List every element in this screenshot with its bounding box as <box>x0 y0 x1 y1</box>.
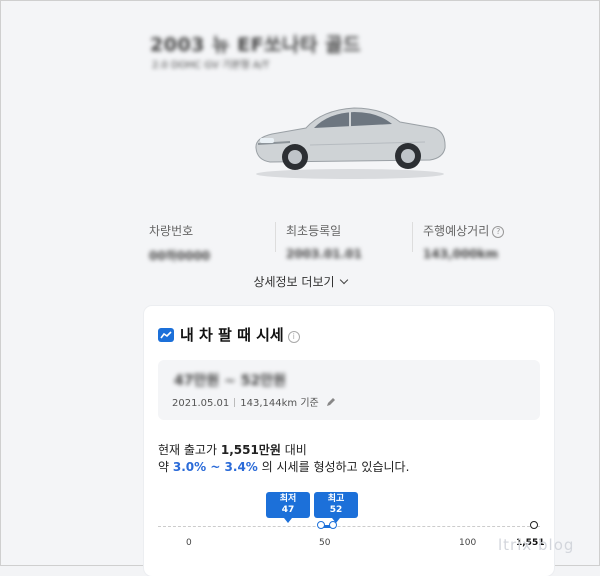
desc-text: 현재 출고가 <box>158 443 221 457</box>
desc-text: 대비 <box>280 443 307 457</box>
chevron-down-icon <box>339 275 348 285</box>
chip-value: 52 <box>329 505 343 515</box>
price-basis: 2021.05.01 143,144km 기준 <box>172 394 336 409</box>
info-value: 2003.01.01 <box>286 247 362 261</box>
pencil-icon[interactable] <box>326 397 336 407</box>
max-price-marker <box>329 521 337 529</box>
desc-text: 의 시세를 형성하고 있습니다. <box>257 460 410 474</box>
desc-text: 약 <box>158 460 173 474</box>
min-price-chip: 최저 47 <box>266 492 310 523</box>
axis-tick: 100 <box>459 538 477 548</box>
axis-tick: 50 <box>319 538 331 548</box>
price-range: 47만원 ~ 52만원 <box>174 373 286 389</box>
price-date: 2021.05.01 <box>172 398 230 409</box>
info-icon[interactable]: i <box>287 331 300 343</box>
info-value: 00하0000 <box>149 249 211 263</box>
price-box: 47만원 ~ 52만원 2021.05.01 143,144km 기준 <box>158 360 540 420</box>
info-label: 차량번호 <box>149 224 194 238</box>
more-details-button[interactable]: 상세정보 더보기 <box>0 273 600 290</box>
info-plate-number: 차량번호 00하0000 <box>149 222 210 264</box>
car-trim: 2.0 DOHC GV 기본형 A/T <box>152 60 270 71</box>
info-expected-mileage: 주행예상거리? 143,000km <box>423 222 505 261</box>
card-title: 내 차 팔 때 시세 i <box>158 324 300 345</box>
car-model-name: 2003 뉴 EF쏘나타 골드 <box>150 34 362 56</box>
help-icon[interactable]: ? <box>492 226 505 238</box>
divider <box>275 222 276 252</box>
divider <box>412 222 413 252</box>
more-details-label: 상세정보 더보기 <box>253 275 335 289</box>
info-label: 주행예상거리? <box>423 222 505 239</box>
card-title-text: 내 차 팔 때 시세 <box>180 326 284 344</box>
max-price-chip: 최고 52 <box>314 492 358 523</box>
price-percentage: 3.0% ~ 3.4% <box>172 460 258 474</box>
min-price-marker <box>317 521 325 529</box>
price-description: 현재 출고가 1,551만원 대비 약 3.0% ~ 3.4% 의 시세를 형성… <box>158 442 409 476</box>
info-value: 143,000km <box>423 247 499 261</box>
chip-label: 최저 <box>279 494 297 504</box>
release-price: 1,551만원 <box>220 443 281 457</box>
sell-price-card: 내 차 팔 때 시세 i 47만원 ~ 52만원 2021.05.01 143,14… <box>144 306 554 576</box>
info-label: 최초등록일 <box>286 224 342 238</box>
separator <box>234 398 236 407</box>
axis-tick: 0 <box>186 538 192 548</box>
info-first-registration: 최초등록일 2003.01.01 <box>286 222 362 261</box>
watermark: ltrix blog <box>498 536 575 554</box>
trend-up-icon <box>158 328 174 342</box>
chip-label: 최고 <box>327 494 345 504</box>
price-axis <box>158 526 540 528</box>
car-image <box>255 107 446 179</box>
release-price-marker <box>530 521 538 529</box>
price-mileage: 143,144km 기준 <box>240 398 319 409</box>
chip-value: 47 <box>281 505 295 515</box>
